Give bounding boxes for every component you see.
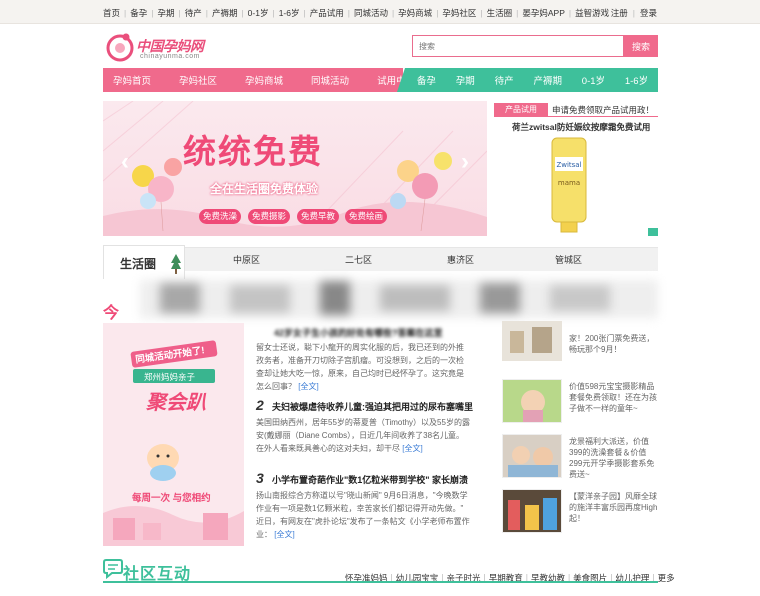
community-divider [103,581,658,583]
main-nav-green: 备孕 孕期 待产 产褥期 0-1岁 1-6岁 [397,68,658,92]
product-tube-image[interactable]: Zwitsal mama [549,135,589,235]
right-item-4-text[interactable]: 【蒙洋亲子园】风靡全球的施洋丰富乐园再度High起！ [569,491,659,524]
nav-pink-mall[interactable]: 孕妈商城 [235,73,283,87]
article-3-more-link[interactable]: [全文] [274,530,294,539]
trial-headline[interactable]: 申请免费领取产品试用政！ [552,104,654,116]
district-erqi[interactable]: 二七区 [345,253,372,266]
article-3-body: 扬山南报综合方称道以号"晓山新闻" 9月6日消息，"今晚数学作业有一项是数1亿颗… [256,489,471,541]
event-thumbnail-3[interactable] [502,434,562,478]
article-2-number: 2 [256,397,264,413]
promo-ribbon: 郑州妈妈亲子 [144,372,196,382]
nav-green-postpartum[interactable]: 产褥期 [533,73,562,87]
article-2-more-link[interactable]: [全文] [402,444,422,453]
top-nav-app[interactable]: 晏孕妈APP [522,7,565,19]
top-nav-1-6[interactable]: 1-6岁 [279,7,300,19]
top-nav-community[interactable]: 孕妈社区 [442,7,476,19]
register-link[interactable]: 注册 [611,7,628,19]
right-item-2-text[interactable]: 价值598元宝宝摄影精品套餐免费领取！还在为孩子做不一样的童年~ [569,381,659,414]
promo-big-text: 聚会趴 [146,392,206,414]
top-nav-prepare[interactable]: 备孕 [130,7,147,19]
trial-product-title[interactable]: 荷兰zwitsal防妊娠纹按摩霜免费试用 [512,121,650,133]
nav-pink-events[interactable]: 同城活动 [301,73,349,87]
banner-subtitle: 全在生活圈免费体验 [210,182,319,196]
event-thumbnail-2[interactable] [502,379,562,423]
tree-icon [171,254,181,274]
banner-pill-paint[interactable]: 免费绘画 [345,209,388,224]
banner-pill-photo[interactable]: 免费摄影 [248,209,291,224]
promo-bottom-text: 每周一次 与您相约 [132,493,211,504]
district-huiji[interactable]: 惠济区 [447,253,474,266]
article-1-text: 留女士还说，聪下小龍开的周实化服的后，我已还到的外推孜务者，准备开刀切除子宫肌瘤… [256,343,464,391]
top-nav: 首页 | 备孕 | 孕期 | 待产 | 产褥期 | 0-1岁 | 1-6岁 | 产品试用 | 同… [103,7,610,19]
article-3-title[interactable]: 小学布置奇葩作业"数1亿粒米带到学校" 家长崩溃 [272,473,468,486]
nav-green-delivery[interactable]: 待产 [495,73,514,87]
nav-pink-home[interactable]: 孕妈首页 [103,73,151,87]
article-3-number: 3 [256,470,264,486]
top-nav-games[interactable]: 益智游戏 [575,7,609,19]
logo-icon[interactable] [104,31,136,63]
nav-green-pregnancy[interactable]: 孕期 [456,73,475,87]
top-nav-life[interactable]: 生活圈 [487,7,513,19]
product-brand-sub: mama [558,179,580,187]
top-nav-trial[interactable]: 产品试用 [310,7,344,19]
top-nav-pregnancy[interactable]: 孕期 [157,7,174,19]
article-1-body: 留女士还说，聪下小龍开的周实化服的后，我已还到的外推孜务者，准备开刀切除子宫肌瘤… [256,341,471,393]
blurred-content-strip [140,280,658,318]
top-nav-mall[interactable]: 孕妈商城 [398,7,432,19]
logo-domain: chinayunma.com [140,53,200,60]
search-button[interactable]: 搜索 [624,35,658,57]
section-title: 今 [103,305,120,322]
event-thumbnail-4[interactable] [502,489,562,533]
product-brand: Zwitsal [556,161,581,169]
banner-pill-bath[interactable]: 免费洗澡 [199,209,242,224]
article-2-text: 美国田纳西州，居年55岁的蒂夏普（Timothy）以及55岁的露安(戴娜丽（Di… [256,418,470,453]
nav-green-prepare[interactable]: 备孕 [417,73,436,87]
search-input[interactable] [412,35,624,57]
event-thumbnail-1[interactable] [502,321,562,361]
trial-corner-badge [648,228,658,236]
nav-green-0-1[interactable]: 0-1岁 [582,73,605,87]
banner-prev-icon[interactable]: ‹ [115,149,135,177]
community-link-more[interactable]: 更多 [658,572,675,584]
login-link[interactable]: 登录 [640,7,657,19]
top-nav-home[interactable]: 首页 [103,7,120,19]
district-zhongyuan[interactable]: 中原区 [233,253,260,266]
top-nav-0-1[interactable]: 0-1岁 [248,7,269,19]
nav-green-1-6[interactable]: 1-6岁 [625,73,648,87]
article-2-body: 美国田纳西州，居年55岁的蒂夏普（Timothy）以及55岁的露安(戴娜丽（Di… [256,416,471,455]
banner-next-icon[interactable]: › [455,149,475,177]
trial-divider [494,116,658,117]
auth-links: 注册 | 登录 [610,7,657,19]
nav-pink-community[interactable]: 孕妈社区 [169,73,217,87]
article-1-more-link[interactable]: [全文] [298,382,318,391]
article-2-title[interactable]: 夫妇被爆虐待收养儿童:强迫其把用过的尿布塞嘴里 [272,400,473,413]
main-nav-pink: 孕妈首页 孕妈社区 孕妈商城 同城活动 试用中心 [103,68,415,92]
article-1-title[interactable]: 42岁女子生小孩的好处有哪些?答案在这里 [274,326,443,339]
life-circle-title: 生活圈 [120,257,157,271]
banner-title: 统统免费 [183,133,323,170]
district-guancheng[interactable]: 管城区 [555,253,582,266]
top-nav-delivery[interactable]: 待产 [185,7,202,19]
right-item-1-text[interactable]: 家！200张门票免费送，畅玩那个9月！ [569,333,659,355]
trial-tag[interactable]: 产品试用 [494,103,548,116]
chat-bubble-icon [103,559,123,580]
right-item-3-text[interactable]: 龙景福利大派送，价值399的洗澡套餐＆价值299元开学季摄影套系免费送~ [569,436,659,480]
top-nav-events[interactable]: 同城活动 [354,7,388,19]
banner-pill-edu[interactable]: 免费早教 [297,209,340,224]
top-nav-postpartum[interactable]: 产褥期 [212,7,238,19]
